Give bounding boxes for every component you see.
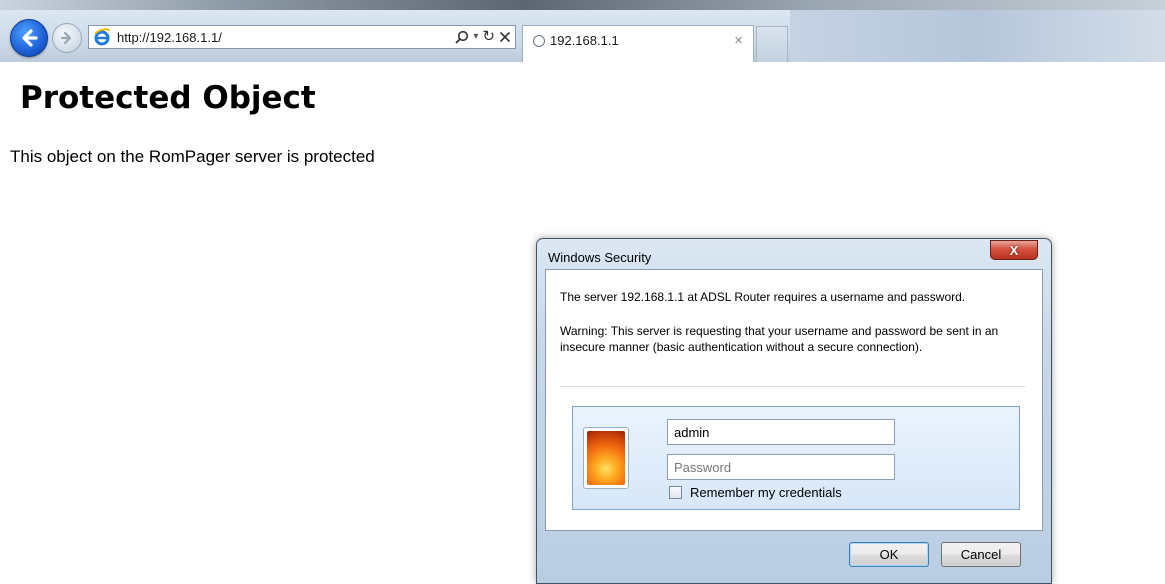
tab-strip-background (790, 10, 1165, 62)
remember-checkbox[interactable] (669, 486, 682, 499)
ie-logo-icon (94, 28, 110, 46)
remember-label: Remember my credentials (690, 485, 842, 500)
dialog-close-button[interactable]: X (990, 240, 1038, 260)
ok-button[interactable]: OK (849, 542, 929, 567)
search-icon[interactable] (455, 30, 469, 44)
auth-message: The server 192.168.1.1 at ADSL Router re… (560, 290, 966, 304)
credential-tile: Remember my credentials (572, 406, 1020, 510)
windows-security-dialog: Windows Security X The server 192.168.1.… (536, 238, 1052, 584)
page-text: This object on the RomPager server is pr… (10, 147, 375, 166)
warning-message: Warning: This server is requesting that … (560, 324, 999, 354)
address-url: http://192.168.1.1/ (117, 30, 222, 45)
address-tools: ▾ ↻ (455, 28, 511, 46)
forward-button[interactable] (52, 23, 82, 53)
forward-arrow-icon (60, 31, 72, 45)
back-button[interactable] (10, 19, 48, 57)
loading-icon (533, 35, 545, 47)
browser-chrome: http://192.168.1.1/ ▾ ↻ 192.168.1.1 × (0, 0, 1165, 62)
username-field[interactable] (667, 419, 895, 445)
page-title: Protected Object (20, 80, 316, 116)
new-tab-button[interactable] (756, 26, 788, 62)
flower-picture (587, 431, 625, 485)
remember-credentials[interactable]: Remember my credentials (669, 485, 842, 500)
dropdown-icon[interactable]: ▾ (473, 28, 478, 46)
close-icon: X (1009, 242, 1019, 258)
dialog-body: The server 192.168.1.1 at ADSL Router re… (545, 269, 1043, 531)
tab-active[interactable]: 192.168.1.1 × (522, 25, 754, 62)
user-tile-icon (583, 427, 629, 489)
dialog-title: Windows Security (548, 250, 652, 265)
title-strip (0, 0, 1165, 10)
refresh-icon[interactable]: ↻ (482, 28, 495, 46)
tab-close-icon[interactable]: × (734, 32, 743, 49)
back-arrow-icon (22, 29, 38, 47)
address-bar[interactable]: http://192.168.1.1/ ▾ ↻ (88, 25, 516, 49)
tab-title: 192.168.1.1 (550, 33, 619, 48)
cancel-button[interactable]: Cancel (941, 542, 1021, 567)
password-field[interactable] (667, 454, 895, 480)
separator (560, 386, 1025, 387)
stop-icon[interactable] (499, 31, 511, 43)
